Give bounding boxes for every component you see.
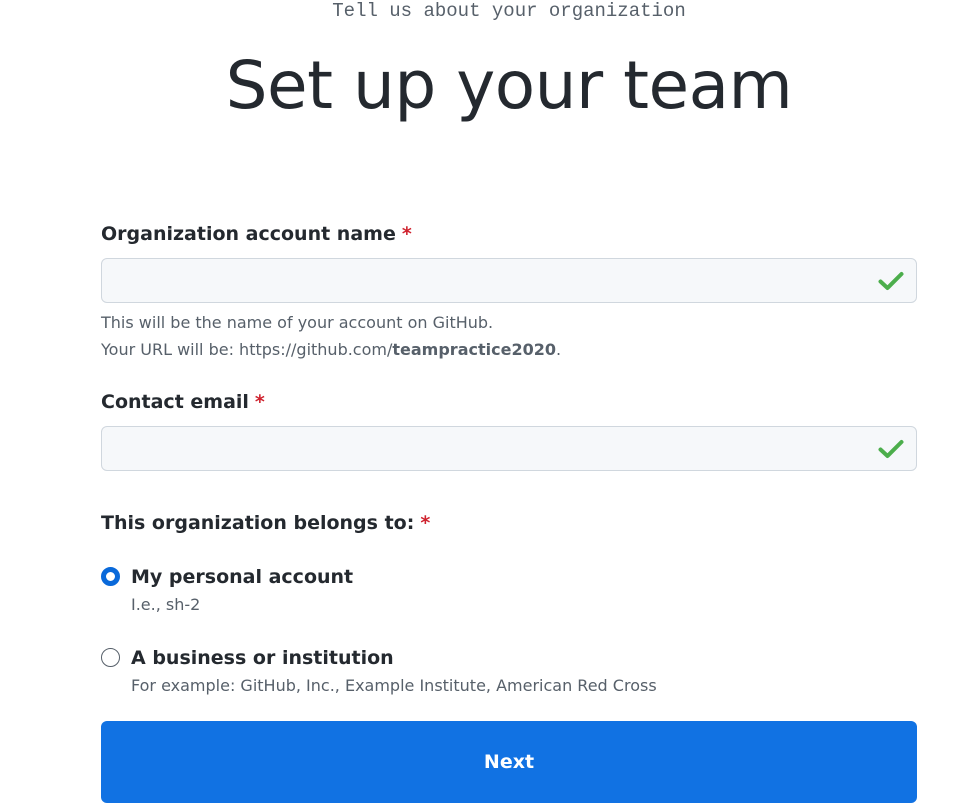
contact-email-input[interactable] <box>102 427 916 470</box>
belongs-to-label: This organization belongs to: * <box>101 511 430 535</box>
radio-personal-account[interactable] <box>101 567 120 586</box>
org-url-help: Your URL will be: https://github.com/tea… <box>101 336 561 363</box>
org-name-help: This will be the name of your account on… <box>101 313 494 332</box>
required-marker: * <box>420 512 431 534</box>
checkmark-icon <box>878 272 904 290</box>
radio-option-business[interactable]: A business or institution <box>101 645 501 671</box>
org-name-input[interactable] <box>102 259 916 302</box>
org-name-field[interactable] <box>101 258 917 303</box>
checkmark-icon <box>878 440 904 458</box>
radio-personal-label[interactable]: My personal account <box>131 564 353 590</box>
next-button[interactable]: Next <box>101 721 917 803</box>
page-subtitle: Tell us about your organization <box>332 0 686 22</box>
contact-email-label-text: Contact email <box>101 391 249 413</box>
page-title: Set up your team <box>225 47 793 124</box>
radio-option-personal[interactable]: My personal account <box>101 564 501 590</box>
radio-business-note: For example: GitHub, Inc., Example Insti… <box>131 676 657 695</box>
org-name-label: Organization account name * <box>101 222 412 246</box>
radio-personal-note: I.e., sh-2 <box>131 595 201 614</box>
org-url-suffix: . <box>555 340 562 359</box>
required-marker: * <box>254 391 265 413</box>
radio-business-label[interactable]: A business or institution <box>131 645 394 671</box>
required-marker: * <box>401 223 412 245</box>
org-url-slug: teampractice2020 <box>392 340 556 359</box>
contact-email-label: Contact email * <box>101 390 265 414</box>
belongs-to-label-text: This organization belongs to: <box>101 512 415 534</box>
org-url-prefix: Your URL will be: https://github.com/ <box>101 340 393 359</box>
contact-email-field[interactable] <box>101 426 917 471</box>
org-name-label-text: Organization account name <box>101 223 396 245</box>
radio-business[interactable] <box>101 648 120 667</box>
